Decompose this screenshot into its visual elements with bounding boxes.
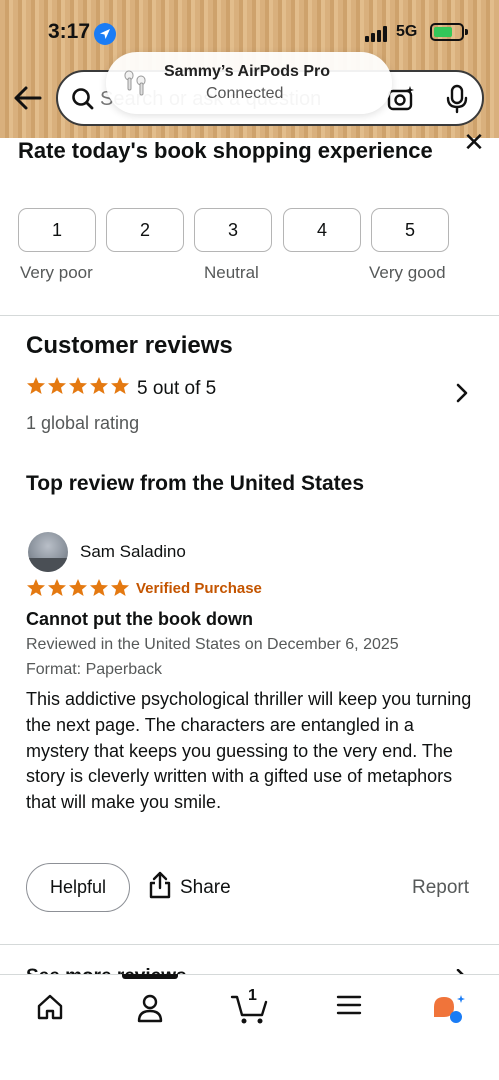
reviewer-avatar <box>28 532 68 572</box>
rating-option-1[interactable]: 1 <box>18 208 96 252</box>
search-icon <box>70 86 96 117</box>
location-arrow-icon <box>94 23 116 45</box>
review-star-rating <box>26 578 130 598</box>
review-format: Format: Paperback <box>26 661 163 678</box>
reviewer-name: Sam Saladino <box>80 542 186 561</box>
home-icon[interactable] <box>36 993 76 1027</box>
status-time: 3:17 <box>48 20 91 43</box>
star-icon <box>90 579 108 596</box>
rufus-icon[interactable] <box>430 993 470 1027</box>
header: 3:17 5G Sammy’s AirPo <box>0 0 499 138</box>
battery-icon <box>430 23 468 41</box>
star-icon <box>111 377 129 394</box>
customer-reviews-title: Customer reviews <box>26 332 233 359</box>
airpods-icon <box>122 68 150 103</box>
chevron-right-icon[interactable] <box>455 382 469 409</box>
verified-purchase-badge: Verified Purchase <box>136 580 262 597</box>
airpods-device-name: Sammy’s AirPods Pro <box>164 63 330 80</box>
star-icon <box>48 579 66 596</box>
section-divider <box>0 315 499 316</box>
helpful-button[interactable]: Helpful <box>26 863 130 912</box>
microphone-icon[interactable] <box>444 84 470 119</box>
report-link[interactable]: Report <box>412 877 469 899</box>
close-icon[interactable]: ✕ <box>462 129 486 155</box>
review-date: Reviewed in the United States on Decembe… <box>26 636 399 653</box>
rating-label-high: Very good <box>369 263 446 282</box>
cart-icon[interactable]: 1 <box>230 987 270 1027</box>
active-tab-indicator <box>122 974 178 979</box>
star-icon <box>69 579 87 596</box>
share-label: Share <box>180 877 231 898</box>
account-icon[interactable] <box>136 993 176 1027</box>
review-body: This addictive psychological thriller wi… <box>26 689 472 813</box>
bottom-navigation: 1 <box>0 974 499 1080</box>
rating-label-mid: Neutral <box>204 263 259 282</box>
airpods-connected-banner: Sammy’s AirPods Pro Connected <box>106 52 392 114</box>
review-title: Cannot put the book down <box>26 609 253 629</box>
rating-option-3[interactable]: 3 <box>194 208 272 252</box>
airpods-status: Connected <box>206 85 284 102</box>
summary-star-rating <box>26 376 130 396</box>
survey-title: Rate today's book shopping experience <box>18 138 433 163</box>
star-icon <box>27 377 45 394</box>
star-icon <box>27 579 45 596</box>
menu-icon[interactable] <box>336 993 376 1027</box>
back-arrow-icon[interactable] <box>12 84 44 112</box>
share-button[interactable]: Share <box>148 871 231 905</box>
cellular-signal-icon <box>365 26 387 42</box>
rating-summary-text[interactable]: 5 out of 5 <box>137 378 216 400</box>
cart-count: 1 <box>248 987 257 1004</box>
section-divider <box>0 944 499 945</box>
star-icon <box>69 377 87 394</box>
star-icon <box>90 377 108 394</box>
star-icon <box>48 377 66 394</box>
network-type: 5G <box>396 23 418 40</box>
top-review-heading: Top review from the United States <box>26 472 364 495</box>
rating-option-4[interactable]: 4 <box>283 208 361 252</box>
share-icon <box>148 871 172 905</box>
star-icon <box>111 579 129 596</box>
rating-label-low: Very poor <box>20 263 93 282</box>
global-rating-count: 1 global rating <box>26 413 140 433</box>
rating-option-2[interactable]: 2 <box>106 208 184 252</box>
rating-option-5[interactable]: 5 <box>371 208 449 252</box>
